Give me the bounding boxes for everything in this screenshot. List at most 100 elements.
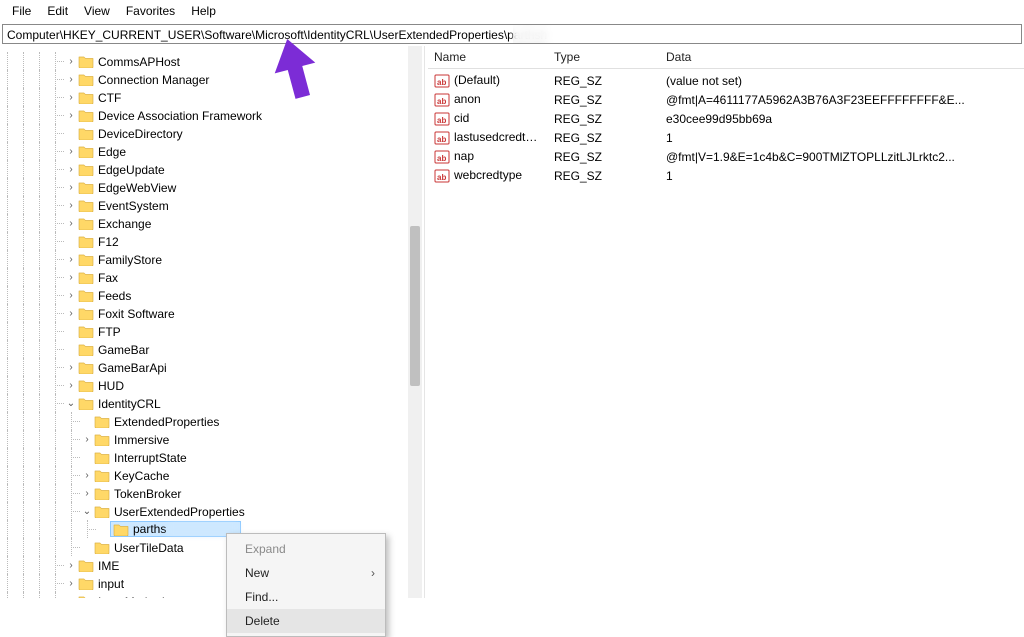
tree-item-edgewebview[interactable]: ›EdgeWebView <box>0 178 424 196</box>
tree-guide <box>48 88 64 106</box>
tree-guide <box>48 232 64 250</box>
expander-closed-icon[interactable]: › <box>64 110 78 121</box>
folder-icon <box>78 234 94 248</box>
expander-closed-icon[interactable]: › <box>64 254 78 265</box>
expander-open-icon[interactable]: ⌄ <box>80 506 94 517</box>
tree-item-label: Connection Manager <box>98 72 209 86</box>
tree-item-label: TokenBroker <box>114 486 181 500</box>
tree-scrollbar[interactable] <box>408 46 422 598</box>
tree-item-ftp[interactable]: FTP <box>0 322 424 340</box>
tree-item-device-association-framework[interactable]: ›Device Association Framework <box>0 106 424 124</box>
tree-item-gamebar[interactable]: GameBar <box>0 340 424 358</box>
tree-guide <box>80 520 96 538</box>
tree-item-extendedproperties[interactable]: ExtendedProperties <box>0 412 424 430</box>
tree-item-exchange[interactable]: › Exchange <box>0 214 424 232</box>
tree-item-interruptstate[interactable]: InterruptState <box>0 448 424 466</box>
expander-closed-icon[interactable]: › <box>64 164 78 175</box>
context-find[interactable]: Find... <box>227 585 385 609</box>
folder-icon <box>78 306 94 320</box>
folder-icon <box>78 108 94 122</box>
tree-guide <box>32 538 48 556</box>
folder-icon <box>94 432 110 446</box>
tree-guide <box>32 394 48 412</box>
expander-closed-icon[interactable]: › <box>64 218 78 229</box>
tree-guide <box>0 142 16 160</box>
tree-item-f12[interactable]: F12 <box>0 232 424 250</box>
tree-guide <box>32 286 48 304</box>
tree-guide <box>32 358 48 376</box>
tree-item-feeds[interactable]: ›Feeds <box>0 286 424 304</box>
value-row[interactable]: napREG_SZ@fmt|V=1.9&E=1c4b&C=900TMlZTOPL… <box>428 147 1024 166</box>
col-header-name[interactable]: Name <box>428 46 548 68</box>
tree-item-hud[interactable]: ›HUD <box>0 376 424 394</box>
menu-view[interactable]: View <box>76 2 118 20</box>
value-row[interactable]: cidREG_SZe30cee99d95bb69a <box>428 109 1024 128</box>
tree-scroll-thumb[interactable] <box>410 226 420 386</box>
expander-closed-icon[interactable]: › <box>64 92 78 103</box>
tree-item-identitycrl[interactable]: ⌄IdentityCRL <box>0 394 424 412</box>
expander-closed-icon[interactable]: › <box>64 578 78 589</box>
tree-item-gamebarapi[interactable]: ›GameBarApi <box>0 358 424 376</box>
expander-closed-icon[interactable]: › <box>64 560 78 571</box>
value-data: @fmt|A=4611177A5962A3B76A3F23EEFFFFFFFF&… <box>660 92 1024 108</box>
tree-item-fax[interactable]: ›Fax <box>0 268 424 286</box>
tree-item-label: InterruptState <box>114 450 187 464</box>
folder-icon <box>113 522 129 536</box>
tree-guide <box>16 196 32 214</box>
tree-item-ctf[interactable]: ›CTF <box>0 88 424 106</box>
tree-item-devicedirectory[interactable]: DeviceDirectory <box>0 124 424 142</box>
col-header-type[interactable]: Type <box>548 46 660 68</box>
expander-open-icon[interactable]: ⌄ <box>64 398 78 409</box>
context-new[interactable]: New <box>227 561 385 585</box>
expander-closed-icon[interactable]: › <box>64 200 78 211</box>
tree-item-familystore[interactable]: ›FamilyStore <box>0 250 424 268</box>
tree-item-immersive[interactable]: ›Immersive <box>0 430 424 448</box>
content-area: ›CommsAPHost›Connection Manager›CTF›Devi… <box>0 46 1024 598</box>
tree-item-userextendedproperties[interactable]: ⌄UserExtendedProperties <box>0 502 424 520</box>
tree-item-foxit-software[interactable]: ›Foxit Software <box>0 304 424 322</box>
tree-guide <box>48 448 64 466</box>
tree-item-tokenbroker[interactable]: › TokenBroker <box>0 484 424 502</box>
value-row[interactable]: webcredtypeREG_SZ1 <box>428 166 1024 185</box>
value-row[interactable]: anonREG_SZ@fmt|A=4611177A5962A3B76A3F23E… <box>428 90 1024 109</box>
expander-closed-icon[interactable]: › <box>64 290 78 301</box>
tree-guide <box>32 52 48 70</box>
expander-closed-icon[interactable]: › <box>64 362 78 373</box>
context-expand: Expand <box>227 537 385 561</box>
tree-guide <box>0 178 16 196</box>
expander-closed-icon[interactable]: › <box>80 470 94 481</box>
menu-favorites[interactable]: Favorites <box>118 2 183 20</box>
tree-item-label: Exchange <box>98 216 151 230</box>
value-row[interactable]: lastusedcredtypeREG_SZ1 <box>428 128 1024 147</box>
tree-item-commsaphost[interactable]: ›CommsAPHost <box>0 52 424 70</box>
expander-closed-icon[interactable]: › <box>64 380 78 391</box>
value-name: (Default) <box>454 73 500 87</box>
tree-item-connection-manager[interactable]: › Connection Manager <box>0 70 424 88</box>
tree-guide <box>48 394 64 412</box>
value-row[interactable]: (Default)REG_SZ(value not set) <box>428 71 1024 90</box>
tree-guide <box>32 160 48 178</box>
tree-guide <box>48 358 64 376</box>
tree-guide <box>32 448 48 466</box>
menu-help[interactable]: Help <box>183 2 224 20</box>
address-bar[interactable]: Computer\HKEY_CURRENT_USER\Software\Micr… <box>2 24 1022 44</box>
folder-icon <box>78 270 94 284</box>
expander-closed-icon[interactable]: › <box>64 56 78 67</box>
tree-guide <box>0 466 16 484</box>
expander-closed-icon[interactable]: › <box>64 146 78 157</box>
expander-closed-icon[interactable]: › <box>64 308 78 319</box>
col-header-data[interactable]: Data <box>660 46 1024 68</box>
expander-closed-icon[interactable]: › <box>80 434 94 445</box>
tree-item-edgeupdate[interactable]: ›EdgeUpdate <box>0 160 424 178</box>
tree-item-edge[interactable]: ›Edge <box>0 142 424 160</box>
expander-closed-icon[interactable]: › <box>64 182 78 193</box>
context-delete[interactable]: Delete <box>227 609 385 633</box>
tree-item-eventsystem[interactable]: ›EventSystem <box>0 196 424 214</box>
expander-closed-icon[interactable]: › <box>64 272 78 283</box>
expander-closed-icon[interactable]: › <box>64 74 78 85</box>
menu-file[interactable]: File <box>4 2 39 20</box>
expander-closed-icon[interactable]: › <box>80 488 94 499</box>
menu-edit[interactable]: Edit <box>39 2 76 20</box>
tree-item-keycache[interactable]: ›KeyCache <box>0 466 424 484</box>
tree-guide <box>0 520 16 538</box>
